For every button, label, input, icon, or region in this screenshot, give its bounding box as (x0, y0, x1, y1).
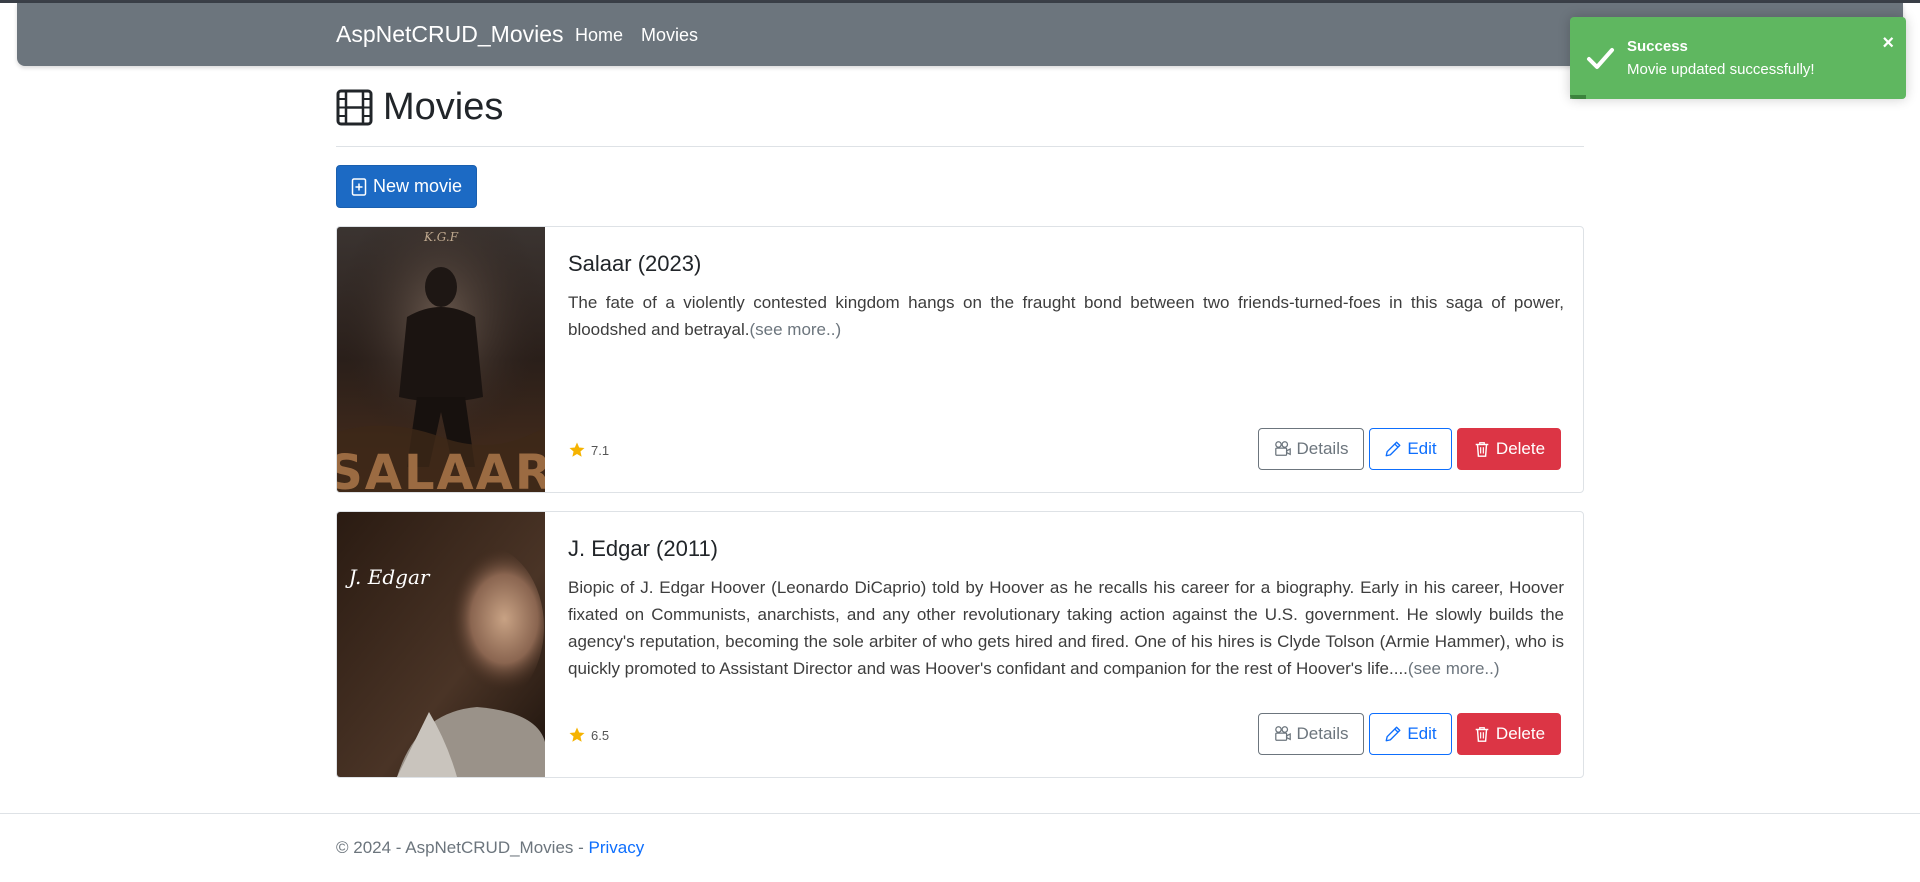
pencil-icon (1385, 441, 1401, 457)
toast-message: Movie updated successfully! (1627, 61, 1815, 78)
delete-label: Delete (1495, 439, 1546, 458)
details-label: Details (1296, 724, 1349, 743)
trash-icon (1475, 727, 1489, 742)
star-icon (569, 727, 585, 742)
new-movie-label: New movie (372, 176, 463, 196)
success-toast: Success Movie updated successfully! × (1570, 17, 1906, 99)
toast-close-button[interactable]: × (1882, 33, 1894, 53)
page-heading: Movies (336, 86, 503, 129)
movie-actions: Details Edit Delete (1258, 428, 1561, 470)
poster-image: J. Edgar (337, 512, 545, 777)
delete-button[interactable]: Delete (1457, 428, 1561, 470)
edit-label: Edit (1407, 439, 1437, 458)
details-label: Details (1296, 439, 1349, 458)
checkmark-icon (1587, 48, 1614, 69)
page-title: Movies (383, 86, 504, 128)
movie-description-text: The fate of a violently contested kingdo… (568, 293, 1564, 339)
footer-copyright: © 2024 - AspNetCRUD_Movies - (336, 838, 589, 857)
movie-title: Salaar (2023) (568, 251, 702, 276)
movie-actions: Details Edit Delete (1258, 713, 1561, 755)
details-button[interactable]: Details (1258, 428, 1364, 470)
toast-progress-bar (1570, 95, 1586, 99)
star-icon (569, 442, 585, 457)
movie-card: K.G.F SALAAR Salaar (2023) The fate of a… (336, 226, 1584, 493)
details-button[interactable]: Details (1258, 713, 1364, 755)
movie-title: J. Edgar (2011) (568, 536, 719, 561)
poster-signature: J. Edgar (345, 565, 431, 589)
heading-divider (336, 146, 1584, 147)
poster-top-text: K.G.F (423, 230, 459, 244)
poster-image: K.G.F SALAAR (337, 227, 545, 492)
movie-description: The fate of a violently contested kingdo… (568, 289, 1564, 343)
nav-link-movies[interactable]: Movies (641, 25, 698, 46)
edit-button[interactable]: Edit (1369, 428, 1452, 470)
delete-button[interactable]: Delete (1457, 713, 1561, 755)
footer: © 2024 - AspNetCRUD_Movies - Privacy (336, 838, 644, 858)
film-icon (336, 89, 373, 126)
movie-description: Biopic of J. Edgar Hoover (Leonardo DiCa… (568, 574, 1564, 682)
movie-poster[interactable]: J. Edgar (337, 512, 545, 777)
movie-rating: 7.1 (568, 441, 609, 459)
camera-reels-icon (1274, 726, 1291, 741)
trash-icon (1475, 442, 1489, 457)
rating-value: 6.5 (591, 727, 610, 743)
camera-reels-icon (1274, 441, 1291, 456)
navbar-brand[interactable]: AspNetCRUD_Movies (336, 21, 564, 48)
movie-card: J. Edgar J. Edgar (2011) Biopic of J. Ed… (336, 511, 1584, 778)
edit-button[interactable]: Edit (1369, 713, 1452, 755)
see-more-link[interactable]: (see more..) (749, 320, 841, 339)
nav-link-home[interactable]: Home (575, 25, 623, 46)
movie-poster[interactable]: K.G.F SALAAR (337, 227, 545, 492)
rating-value: 7.1 (591, 442, 610, 458)
edit-label: Edit (1407, 724, 1437, 743)
toast-title: Success (1627, 38, 1688, 55)
file-plus-icon (351, 177, 367, 196)
new-movie-button[interactable]: New movie (336, 165, 477, 208)
pencil-icon (1385, 726, 1401, 742)
footer-divider (0, 813, 1920, 814)
delete-label: Delete (1495, 724, 1546, 743)
privacy-link[interactable]: Privacy (589, 838, 645, 857)
movie-rating: 6.5 (568, 726, 609, 744)
poster-bottom-text: SALAAR (337, 445, 545, 492)
see-more-link[interactable]: (see more..) (1408, 659, 1500, 678)
